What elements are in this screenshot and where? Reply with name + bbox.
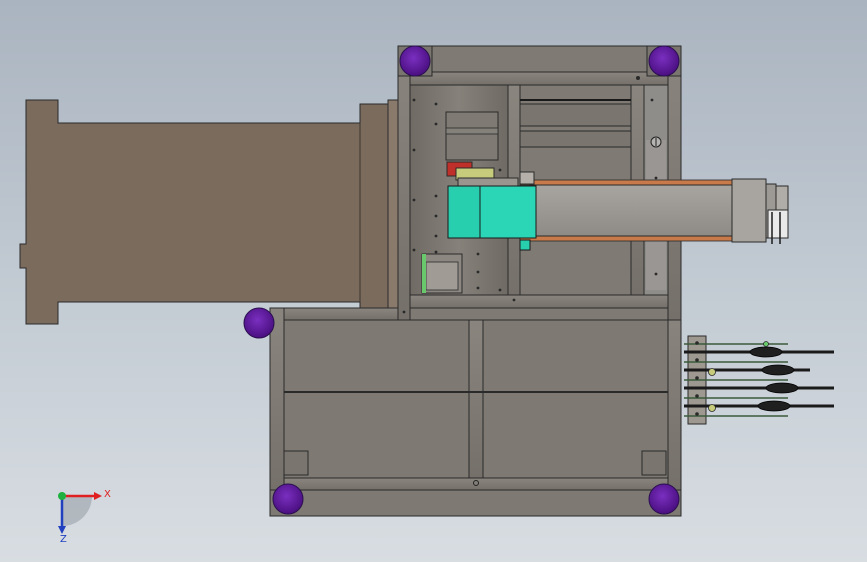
frame-bar: [519, 103, 632, 127]
leveling-foot: [243, 307, 275, 339]
carriage-clip: [519, 171, 535, 185]
lower-base-frame[interactable]: [269, 307, 682, 517]
motor-body: [19, 99, 391, 325]
slide-end-block: [731, 178, 767, 243]
z-axis-label: Z: [60, 534, 67, 545]
upper-bottom-rail: [397, 294, 682, 309]
plate-window-crossbar: [445, 127, 499, 135]
base-divider-vertical: [468, 319, 484, 479]
base-tab: [269, 489, 682, 517]
linear-slide[interactable]: [519, 178, 789, 244]
y-axis-dot: [58, 492, 66, 500]
teal-tab: [519, 239, 531, 251]
teal-block-left: [447, 185, 481, 239]
base-rail-right: [667, 307, 682, 491]
base-rail-bottom: [269, 477, 682, 491]
leveling-foot: [399, 45, 431, 77]
motor-housing[interactable]: [19, 99, 401, 325]
slide-bracket: [775, 185, 789, 211]
teal-block-right: [479, 185, 537, 239]
z-axis-head: [58, 526, 66, 534]
base-rail-left: [269, 307, 285, 491]
slide-body: [529, 184, 733, 237]
slide-rail-top: [519, 179, 733, 186]
cad-viewport[interactable]: X Z: [0, 0, 867, 562]
manifold-valves: [749, 346, 799, 412]
valve-manifold[interactable]: [684, 335, 834, 425]
leveling-foot: [648, 483, 680, 515]
frame-bar: [519, 130, 632, 148]
coordinate-triad: X Z: [58, 489, 111, 545]
base-corner-block: [283, 450, 309, 476]
slide-bracket: [767, 209, 789, 239]
triad-shadow: [62, 496, 92, 526]
leveling-foot: [272, 483, 304, 515]
sensor-indicator: [422, 254, 426, 293]
slide-rail-bottom: [519, 235, 733, 242]
carriage-top-plate: [457, 177, 519, 187]
sensor-box-inner: [425, 261, 459, 291]
base-corner-block: [641, 450, 667, 476]
leveling-foot: [648, 45, 680, 77]
slide-carriage[interactable]: [446, 161, 537, 251]
x-axis-label: X: [104, 489, 111, 500]
x-axis-head: [94, 492, 102, 500]
upper-left-post: [397, 45, 411, 321]
